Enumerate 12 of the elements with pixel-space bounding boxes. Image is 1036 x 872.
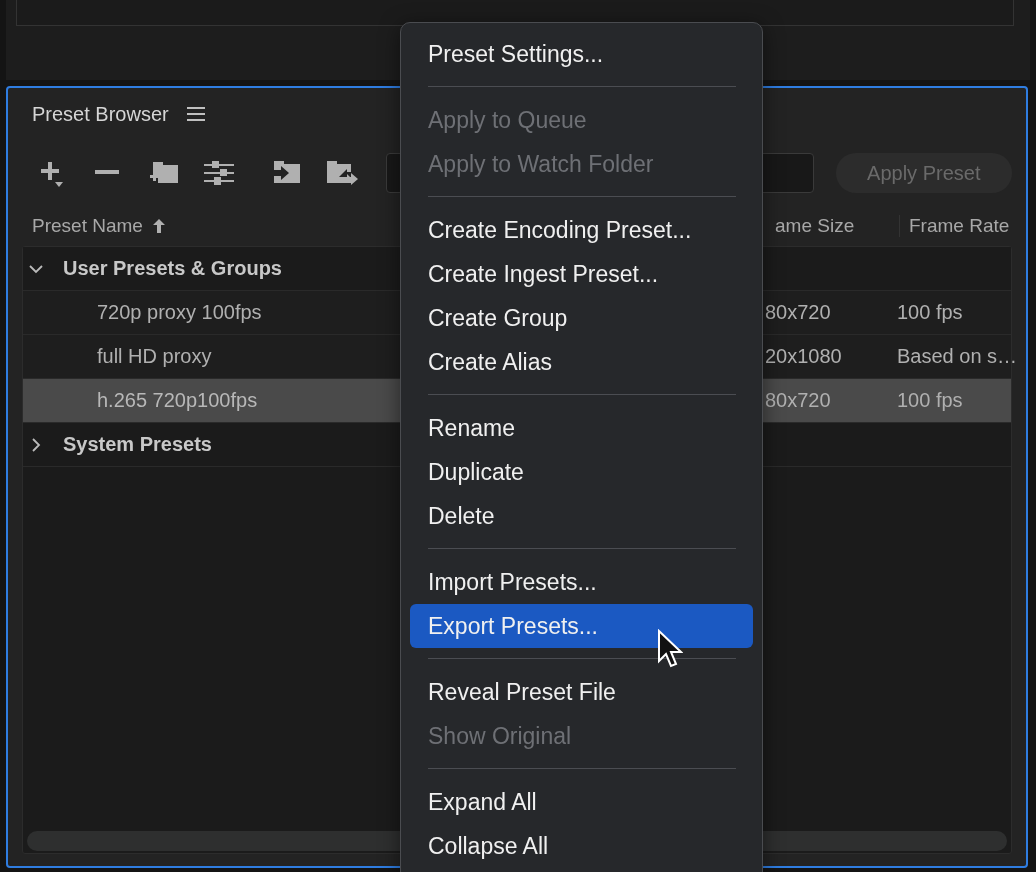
frame-size: 80x720 [765, 301, 831, 324]
frame-size: 20x1080 [765, 345, 842, 368]
frame-rate: 100 fps [897, 301, 963, 324]
group-name: System Presets [63, 433, 212, 456]
panel-title: Preset Browser [32, 102, 169, 126]
frame-rate: Based on s… [897, 345, 1018, 368]
preset-name: full HD proxy [97, 345, 212, 368]
preset-name: h.265 720p100fps [97, 389, 258, 412]
frame-rate: 100 fps [897, 389, 963, 412]
group-name: User Presets & Groups [63, 257, 282, 280]
preset-name: 720p proxy 100fps [97, 301, 262, 324]
frame-size: 80x720 [765, 389, 831, 412]
